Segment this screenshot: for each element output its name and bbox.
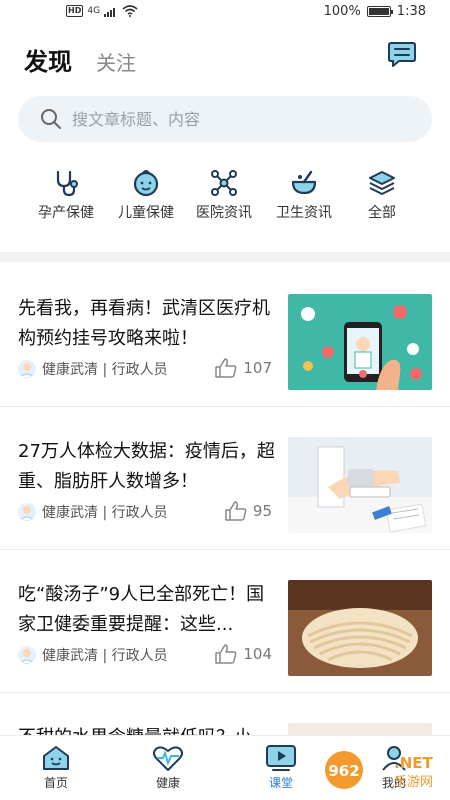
nav-home[interactable]: 首页	[16, 744, 96, 791]
like-button[interactable]: 104	[215, 644, 272, 664]
nav-label: 课堂	[268, 776, 293, 790]
heartbeat-icon	[153, 746, 183, 771]
stethoscope-icon	[56, 170, 78, 197]
author-avatar	[18, 360, 36, 378]
nav-classroom[interactable]: 课堂	[241, 744, 321, 791]
section-divider	[0, 252, 450, 262]
article-title: 27万人体检大数据：疫情后，超重、脂肪肝人数增多！	[18, 441, 275, 492]
article-title: 先看我，再看病！武清区医疗机构预约挂号攻略来啦！	[18, 298, 270, 349]
signal-icon	[104, 7, 116, 17]
search-input[interactable]	[72, 109, 392, 129]
nav-health[interactable]: 健康	[128, 744, 208, 791]
status-left: HD 4G	[66, 5, 138, 17]
top-tabs: 发现 关注	[24, 42, 136, 77]
category-row: 孕产保健 儿童保健 医院资讯 卫生资讯 全部	[0, 168, 450, 228]
author-name: 健康武清 | 行政人员	[42, 362, 168, 378]
network-icon	[211, 170, 237, 196]
category-label: 孕产保健	[38, 205, 94, 221]
category-hospital-news[interactable]: 医院资讯	[184, 168, 264, 222]
article-item[interactable]: 27万人体检大数据：疫情后，超重、脂肪肝人数增多！ 健康武清 | 行政人员 95	[0, 407, 450, 550]
category-label: 卫生资讯	[276, 205, 332, 221]
category-health-news[interactable]: 卫生资讯	[264, 168, 344, 222]
watermark-suffix: .NET	[394, 754, 433, 772]
status-right: 100% 1:38	[324, 4, 426, 19]
like-count: 95	[252, 502, 272, 520]
nav-label: 首页	[43, 776, 68, 790]
watermark-brand: 962	[328, 762, 359, 780]
watermark-logo: 962 .NET 乐游网	[324, 748, 444, 792]
clock: 1:38	[396, 4, 426, 19]
article-meta: 健康武清 | 行政人员	[18, 645, 168, 665]
like-button[interactable]: 107	[215, 358, 272, 378]
message-icon	[388, 42, 416, 67]
thumbs-up-icon	[215, 644, 237, 664]
like-count: 107	[243, 359, 272, 377]
like-count: 104	[243, 645, 272, 663]
category-all[interactable]: 全部	[342, 168, 422, 222]
category-child[interactable]: 儿童保健	[106, 168, 186, 222]
message-button[interactable]	[387, 41, 417, 69]
wifi-icon	[122, 5, 138, 17]
article-item[interactable]: 先看我，再看病！武清区医疗机构预约挂号攻略来啦！ 健康武清 | 行政人员 107	[0, 264, 450, 407]
video-icon	[266, 745, 296, 771]
tab-follow[interactable]: 关注	[96, 47, 136, 76]
category-label: 医院资讯	[196, 205, 252, 221]
category-maternal[interactable]: 孕产保健	[26, 168, 106, 222]
home-icon	[43, 746, 69, 770]
category-label: 全部	[368, 205, 396, 221]
network-type: 4G	[87, 6, 101, 16]
baby-icon	[133, 170, 159, 197]
thumbs-up-icon	[225, 501, 247, 521]
mortar-icon	[291, 170, 317, 195]
battery-fill	[368, 8, 389, 15]
category-label: 儿童保健	[118, 205, 174, 221]
article-thumbnail	[288, 723, 432, 735]
battery-percent: 100%	[323, 4, 361, 19]
article-thumbnail	[288, 294, 432, 390]
search-icon	[41, 109, 61, 129]
article-item[interactable]: 不甜的水果含糖量就低吗？小	[0, 693, 450, 735]
thumbs-up-icon	[215, 358, 237, 378]
watermark-sub: 乐游网	[394, 775, 433, 790]
article-thumbnail	[288, 437, 432, 533]
article-meta: 健康武清 | 行政人员	[18, 359, 168, 379]
like-button[interactable]: 95	[225, 501, 272, 521]
article-item[interactable]: 吃“酸汤子”9人已全部死亡！国家卫健委重要提醒：这些... 健康武清 | 行政人…	[0, 550, 450, 693]
article-title: 吃“酸汤子”9人已全部死亡！国家卫健委重要提醒：这些...	[18, 584, 265, 635]
battery-icon	[366, 6, 393, 17]
author-name: 健康武清 | 行政人员	[42, 648, 168, 664]
nav-label: 健康	[155, 776, 180, 790]
author-name: 健康武清 | 行政人员	[42, 505, 168, 521]
tab-discover[interactable]: 发现	[24, 42, 72, 77]
article-thumbnail	[288, 580, 432, 676]
article-title: 不甜的水果含糖量就低吗？小	[18, 723, 278, 735]
hd-badge: HD	[66, 5, 84, 17]
article-meta: 健康武清 | 行政人员	[18, 502, 168, 522]
author-avatar	[18, 646, 36, 664]
author-avatar	[18, 503, 36, 521]
status-bar: HD 4G 100% 1:38	[0, 0, 450, 24]
search-bar[interactable]	[18, 96, 432, 142]
layers-icon	[369, 171, 395, 195]
